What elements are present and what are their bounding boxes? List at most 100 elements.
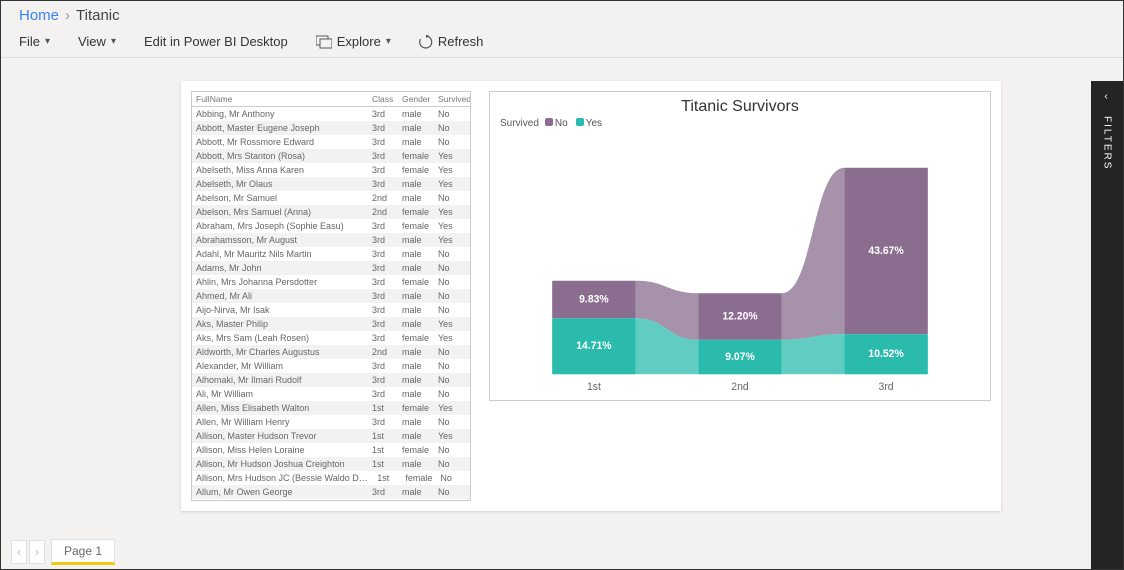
cell-gender: female	[398, 163, 434, 177]
table-row[interactable]: Abbott, Mrs Stanton (Rosa)3rdfemaleYes	[192, 149, 470, 163]
table-row[interactable]: Abelson, Mrs Samuel (Anna)2ndfemaleYes	[192, 205, 470, 219]
table-row[interactable]: Allen, Mr William Henry3rdmaleNo	[192, 415, 470, 429]
cell-class: 3rd	[368, 359, 398, 373]
filters-pane-toggle[interactable]: ‹ FILTERS	[1091, 81, 1123, 569]
cell-class: 3rd	[368, 387, 398, 401]
cell-class: 3rd	[368, 303, 398, 317]
table-row[interactable]: Allison, Mr Hudson Joshua Creighton1stma…	[192, 457, 470, 471]
cell-survived: No	[434, 359, 470, 373]
legend-swatch	[545, 118, 553, 126]
table-row[interactable]: Abelseth, Mr Olaus3rdmaleYes	[192, 177, 470, 191]
col-survived[interactable]: Survived	[434, 92, 470, 106]
table-row[interactable]: Alhomaki, Mr Ilmari Rudolf3rdmaleNo	[192, 373, 470, 387]
cell-survived: No	[434, 121, 470, 135]
table-row[interactable]: Allum, Mr Owen George3rdmaleNo	[192, 485, 470, 499]
cell-name: Adams, Mr John	[192, 261, 368, 275]
cell-name: Allison, Miss Helen Loraine	[192, 443, 368, 457]
cell-survived: No	[434, 373, 470, 387]
col-gender[interactable]: Gender	[398, 92, 434, 106]
page-tab[interactable]: Page 1	[51, 539, 115, 565]
table-row[interactable]: Abrahamsson, Mr August3rdmaleYes	[192, 233, 470, 247]
table-row[interactable]: Abbott, Master Eugene Joseph3rdmaleNo	[192, 121, 470, 135]
table-row[interactable]: Abraham, Mrs Joseph (Sophie Easu)3rdfema…	[192, 219, 470, 233]
cell-gender: male	[398, 289, 434, 303]
cell-gender: male	[398, 233, 434, 247]
cell-survived: Yes	[434, 177, 470, 191]
file-menu[interactable]: File ▾	[19, 34, 50, 49]
cell-name: Abelseth, Miss Anna Karen	[192, 163, 368, 177]
table-row[interactable]: Allison, Miss Helen Loraine1stfemaleNo	[192, 443, 470, 457]
view-menu[interactable]: View ▾	[78, 34, 116, 49]
cell-survived: Yes	[434, 163, 470, 177]
table-row[interactable]: Ahmed, Mr Ali3rdmaleNo	[192, 289, 470, 303]
table-row[interactable]: Aldworth, Mr Charles Augustus2ndmaleNo	[192, 345, 470, 359]
col-fullname[interactable]: FullName	[192, 92, 368, 106]
cell-name: Aijo-Nirva, Mr Isak	[192, 303, 368, 317]
cell-name: Aks, Master Philip	[192, 317, 368, 331]
page-next-button[interactable]: ›	[29, 540, 45, 564]
cell-class: 3rd	[368, 107, 398, 121]
table-row[interactable]: Aijo-Nirva, Mr Isak3rdmaleNo	[192, 303, 470, 317]
table-row[interactable]: Allison, Mrs Hudson JC (Bessie Waldo Dan…	[192, 471, 470, 485]
explore-menu[interactable]: Explore ▾	[316, 34, 391, 49]
report-canvas: FullName Class Gender Survived Abbing, M…	[181, 81, 1001, 511]
cell-gender: male	[398, 107, 434, 121]
cell-class: 3rd	[368, 121, 398, 135]
table-row[interactable]: Abelseth, Miss Anna Karen3rdfemaleYes	[192, 163, 470, 177]
cell-survived: No	[434, 275, 470, 289]
cell-survived: No	[434, 443, 470, 457]
table-row[interactable]: Adahl, Mr Mauritz Nils Martin3rdmaleNo	[192, 247, 470, 261]
cell-survived: No	[434, 345, 470, 359]
refresh-button[interactable]: Refresh	[419, 34, 484, 49]
table-row[interactable]: Ahlin, Mrs Johanna Persdotter3rdfemaleNo	[192, 275, 470, 289]
cell-class: 1st	[368, 443, 398, 457]
svg-text:9.83%: 9.83%	[579, 293, 609, 305]
cell-gender: male	[398, 247, 434, 261]
cell-survived: Yes	[434, 149, 470, 163]
table-row[interactable]: Abbott, Mr Rossmore Edward3rdmaleNo	[192, 135, 470, 149]
chevron-down-icon: ▾	[111, 36, 116, 47]
table-row[interactable]: Abbing, Mr Anthony3rdmaleNo	[192, 107, 470, 121]
table-row[interactable]: Alexander, Mr William3rdmaleNo	[192, 359, 470, 373]
breadcrumb-home[interactable]: Home	[19, 7, 59, 24]
table-row[interactable]: Aks, Master Philip3rdmaleYes	[192, 317, 470, 331]
cell-class: 3rd	[368, 485, 398, 499]
cell-gender: male	[398, 303, 434, 317]
table-row[interactable]: Allen, Miss Elisabeth Walton1stfemaleYes	[192, 401, 470, 415]
page-prev-button[interactable]: ‹	[11, 540, 27, 564]
cell-name: Allison, Master Hudson Trevor	[192, 429, 368, 443]
table-row[interactable]: Aks, Mrs Sam (Leah Rosen)3rdfemaleYes	[192, 331, 470, 345]
refresh-label: Refresh	[438, 34, 484, 49]
refresh-icon	[419, 35, 433, 49]
chevron-left-icon: ‹	[1104, 91, 1109, 102]
cell-name: Abrahamsson, Mr August	[192, 233, 368, 247]
cell-survived: Yes	[434, 317, 470, 331]
table-body[interactable]: Abbing, Mr Anthony3rdmaleNoAbbott, Maste…	[192, 107, 470, 500]
col-class[interactable]: Class	[368, 92, 398, 106]
chart-body: 9.83%14.71%1st12.20%9.07%2nd43.67%10.52%…	[500, 135, 980, 401]
table-row[interactable]: Adams, Mr John3rdmaleNo	[192, 261, 470, 275]
cell-class: 3rd	[368, 331, 398, 345]
chevron-down-icon: ▾	[386, 36, 391, 47]
cell-gender: male	[398, 121, 434, 135]
table-visual[interactable]: FullName Class Gender Survived Abbing, M…	[191, 91, 471, 501]
cell-name: Abelson, Mrs Samuel (Anna)	[192, 205, 368, 219]
edit-desktop-button[interactable]: Edit in Power BI Desktop	[144, 34, 288, 49]
chart-visual[interactable]: Titanic Survivors Survived NoYes 9.83%14…	[489, 91, 991, 401]
cell-class: 2nd	[368, 345, 398, 359]
cell-class: 3rd	[368, 135, 398, 149]
table-row[interactable]: Allison, Master Hudson Trevor1stmaleYes	[192, 429, 470, 443]
edit-label: Edit in Power BI Desktop	[144, 34, 288, 49]
table-header: FullName Class Gender Survived	[192, 92, 470, 107]
cell-gender: male	[398, 373, 434, 387]
table-row[interactable]: Abelson, Mr Samuel2ndmaleNo	[192, 191, 470, 205]
table-row[interactable]: Ali, Mr William3rdmaleNo	[192, 387, 470, 401]
cell-survived: Yes	[434, 401, 470, 415]
cell-survived: Yes	[434, 331, 470, 345]
cell-survived: No	[434, 415, 470, 429]
cell-gender: male	[398, 457, 434, 471]
cell-survived: Yes	[434, 233, 470, 247]
file-label: File	[19, 34, 40, 49]
cell-name: Abelson, Mr Samuel	[192, 191, 368, 205]
cell-class: 3rd	[368, 149, 398, 163]
